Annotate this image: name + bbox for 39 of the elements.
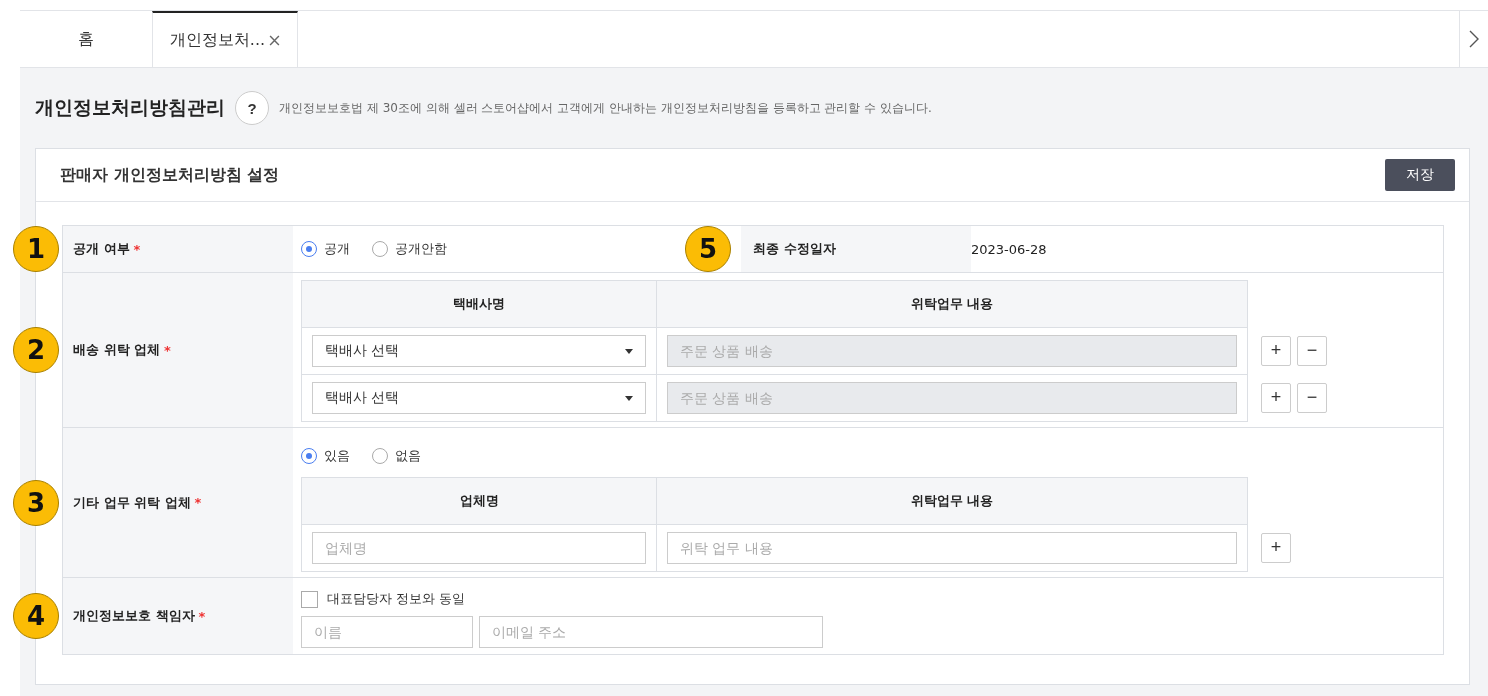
radio-option[interactable]: 공개안함 [372,240,447,258]
required-mark: * [198,608,206,624]
radio-option[interactable]: 공개 [301,240,350,258]
required-mark: * [194,495,202,510]
step-badge: 3 [13,479,59,526]
step-badge: 1 [13,226,59,272]
column-header: 업체명 [302,478,657,524]
page-description: 개인정보보호법 제 30조에 의해 셀러 스토어샵에서 고객에게 안내하는 개인정보처리방침을 등록하고 관리할 수 있습니다. [279,99,932,117]
column-header: 위탁업무 내용 [909,492,995,510]
company-name-field[interactable]: 업체명 [312,532,646,564]
panel-title: 판매자 개인정보처리방침 설정 [60,164,280,186]
column-header: 위탁업무 내용 [909,295,995,313]
chevron-icon[interactable] [1469,29,1479,49]
field-label: 공개 여부 [73,240,130,258]
page-title: 개인정보처리방침관리 [35,95,225,120]
required-mark: * [164,342,171,358]
add-row-button[interactable]: + [1261,532,1291,563]
name-field[interactable]: 이름 [301,616,473,648]
task-content-field[interactable]: 위탁 업무 내용 [667,532,1237,564]
field-label: 개인정보보호 책임자 [73,607,195,625]
radio-option[interactable]: 있음 [301,447,350,465]
field-label: 배송 위탁 업체 [73,341,161,359]
field-label: 기타 업무 위탁 업체 [73,493,191,512]
step-badge: 5 [685,226,731,272]
step-badge: 4 [13,593,59,639]
help-button[interactable]: ? [235,91,269,125]
radio-option[interactable]: 없음 [372,447,421,465]
save-button[interactable]: 저장 [1385,159,1455,191]
email-field[interactable]: 이메일 주소 [479,616,823,648]
field-label: 최종 수정일자 [753,240,836,258]
close-icon[interactable] [269,34,281,46]
required-mark: * [133,241,141,257]
caret-icon [625,395,633,401]
date-value: 2023-06-28 [971,241,1047,257]
caret-icon [625,348,633,354]
tab[interactable]: 개인정보처... [152,11,298,67]
column-header: 택배사명 [302,281,657,327]
same-as-contact-checkbox[interactable]: 대표담당자 정보와 동일 [301,590,1435,608]
step-badge: 2 [13,327,59,373]
